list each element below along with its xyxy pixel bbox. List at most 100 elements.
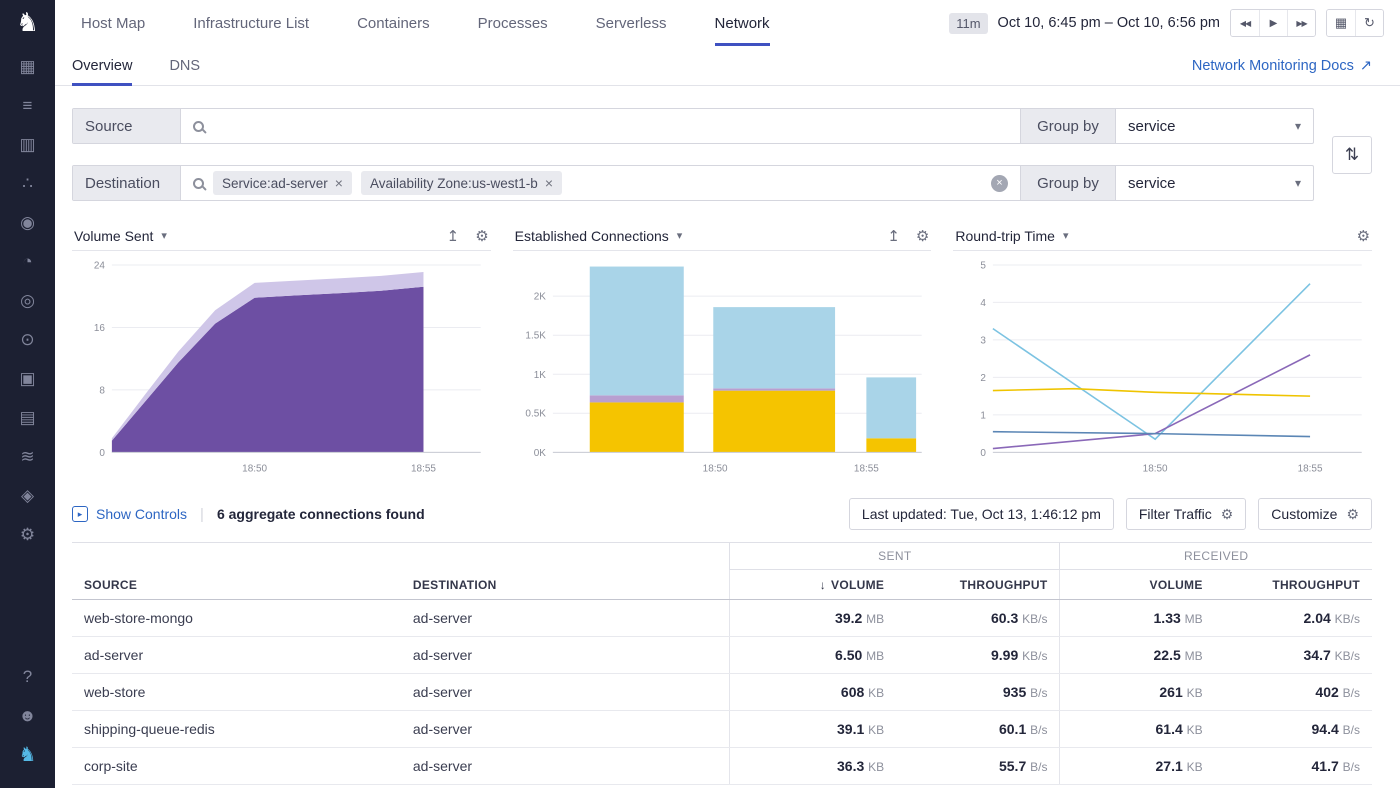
source-search-area[interactable]: [181, 109, 1020, 143]
column-header-destination[interactable]: DESTINATION: [401, 570, 730, 600]
sidebar-item-monitors[interactable]: ◉: [0, 203, 55, 242]
chart-title[interactable]: Established Connections: [515, 228, 669, 244]
cell-source[interactable]: corp-site: [72, 748, 401, 785]
tab-overview[interactable]: Overview: [72, 46, 132, 86]
sidebar-item-containers[interactable]: ▣: [0, 359, 55, 398]
chevron-down-icon[interactable]: ▾: [677, 229, 683, 242]
sidebar-item-logs[interactable]: ▤: [0, 398, 55, 437]
show-controls-button[interactable]: ▸ Show Controls: [72, 506, 187, 522]
gear-icon: ⚙: [1346, 506, 1359, 523]
remove-tag-icon[interactable]: ×: [335, 175, 343, 191]
cell-received-throughput: 2.04 KB/s: [1215, 600, 1372, 637]
nav-item-network[interactable]: Network: [715, 0, 770, 46]
sort-desc-icon: ↓: [820, 578, 826, 592]
sidebar-item-dashboards[interactable]: ◔: [0, 242, 55, 281]
chart-plot-established-connections[interactable]: 0K0.5K1K1.5K2K18:5018:55: [513, 251, 932, 478]
svg-text:18:55: 18:55: [411, 463, 436, 474]
forward-button[interactable]: ▶▶: [1287, 10, 1315, 36]
cell-source[interactable]: shipping-queue-redis: [72, 711, 401, 748]
tab-dns[interactable]: DNS: [169, 46, 200, 86]
rewind-button[interactable]: ◀◀: [1231, 10, 1259, 36]
sidebar-item-host-map[interactable]: ▦: [0, 47, 55, 86]
column-header-received-throughput[interactable]: THROUGHPUT: [1215, 570, 1372, 600]
nav-item-serverless[interactable]: Serverless: [596, 0, 667, 46]
nav-item-processes[interactable]: Processes: [478, 0, 548, 46]
clear-filters-button[interactable]: ×: [991, 175, 1008, 192]
filter-traffic-button[interactable]: Filter Traffic ⚙: [1126, 498, 1246, 530]
table-row-corp-site[interactable]: corp-sitead-server36.3 KB55.7 B/s27.1 KB…: [72, 748, 1372, 785]
table-row-ad-server[interactable]: ad-serverad-server6.50 MB9.99 KB/s22.5 M…: [72, 637, 1372, 674]
source-search-input[interactable]: [213, 118, 1008, 134]
cell-destination[interactable]: ad-server: [401, 748, 730, 785]
cell-destination[interactable]: ad-server: [401, 637, 730, 674]
gear-icon[interactable]: ⚙: [1357, 227, 1370, 245]
table-row-web-store[interactable]: web-storead-server608 KB935 B/s261 KB402…: [72, 674, 1372, 711]
table-row-web-store-mongo[interactable]: web-store-mongoad-server39.2 MB60.3 KB/s…: [72, 600, 1372, 637]
volume-sent-chart[interactable]: 08162418:5018:55: [72, 251, 491, 478]
destination-search-input[interactable]: [571, 175, 982, 191]
cell-destination[interactable]: ad-server: [401, 674, 730, 711]
cell-destination[interactable]: ad-server: [401, 600, 730, 637]
destination-groupby-select[interactable]: service ▾: [1115, 166, 1313, 200]
remove-tag-icon[interactable]: ×: [545, 175, 553, 191]
chevron-down-icon: ▾: [1295, 176, 1301, 190]
sidebar-item-settings[interactable]: ⚙: [0, 515, 55, 554]
swap-source-destination-button[interactable]: ⇅: [1332, 136, 1372, 174]
gear-icon[interactable]: ⚙: [916, 227, 929, 245]
sidebar-item-processes[interactable]: ⊙: [0, 320, 55, 359]
chevron-down-icon[interactable]: ▾: [1063, 229, 1069, 242]
source-groupby-select[interactable]: service ▾: [1115, 109, 1313, 143]
refresh-button[interactable]: ↻: [1355, 10, 1383, 36]
sidebar-item-security[interactable]: ◈: [0, 476, 55, 515]
play-button[interactable]: ▶: [1259, 10, 1287, 36]
nav-item-host-map[interactable]: Host Map: [81, 0, 145, 46]
sidebar-item-watchdog[interactable]: ♞: [0, 735, 55, 774]
sidebar-item-infrastructure-list[interactable]: ≡: [0, 86, 55, 125]
svg-text:1: 1: [981, 410, 987, 421]
filter-tag-service-ad-server[interactable]: Service:ad-server×: [213, 171, 352, 195]
round-trip-time-chart[interactable]: 01234518:5018:55: [953, 251, 1372, 478]
gear-icon[interactable]: ⚙: [475, 227, 488, 245]
sidebar-item-apm[interactable]: ◎: [0, 281, 55, 320]
cell-sent-throughput: 55.7 B/s: [896, 748, 1060, 785]
network-monitoring-docs-link[interactable]: Network Monitoring Docs ↗: [1192, 58, 1372, 74]
share-icon[interactable]: ↥: [447, 227, 460, 245]
share-icon[interactable]: ↥: [887, 227, 900, 245]
table-group-empty: [72, 543, 730, 570]
datadog-logo-icon[interactable]: ♞: [16, 9, 39, 35]
sidebar-item-service-map[interactable]: ∴: [0, 164, 55, 203]
sidebar-item-metrics[interactable]: ▥: [0, 125, 55, 164]
destination-groupby-label: Group by: [1020, 166, 1115, 200]
cell-source[interactable]: web-store-mongo: [72, 600, 401, 637]
cell-source[interactable]: web-store: [72, 674, 401, 711]
monitors-icon: ◉: [20, 213, 35, 233]
cell-destination[interactable]: ad-server: [401, 711, 730, 748]
time-tools: ▦ ↻: [1326, 9, 1384, 37]
chart-title[interactable]: Volume Sent: [74, 228, 153, 244]
calendar-button[interactable]: ▦: [1327, 10, 1355, 36]
chart-plot-round-trip-time[interactable]: 01234518:5018:55: [953, 251, 1372, 478]
forward-icon: ▶▶: [1296, 19, 1306, 28]
column-header-sent-throughput[interactable]: THROUGHPUT: [896, 570, 1060, 600]
sidebar-item-help[interactable]: ?: [0, 657, 55, 696]
chart-title[interactable]: Round-trip Time: [955, 228, 1055, 244]
chevron-down-icon[interactable]: ▾: [161, 229, 167, 242]
column-header-source[interactable]: SOURCE: [72, 570, 401, 600]
cell-source[interactable]: ad-server: [72, 637, 401, 674]
filter-tag-availability-zone-us-west1-b[interactable]: Availability Zone:us-west1-b×: [361, 171, 562, 195]
table-row-shipping-queue-redis[interactable]: shipping-queue-redisad-server39.1 KB60.1…: [72, 711, 1372, 748]
chart-plot-volume-sent[interactable]: 08162418:5018:55: [72, 251, 491, 478]
column-header-received-volume[interactable]: VOLUME: [1060, 570, 1215, 600]
cell-sent-volume: 39.1 KB: [730, 711, 896, 748]
filter-traffic-label: Filter Traffic: [1139, 506, 1212, 522]
customize-button[interactable]: Customize ⚙: [1258, 498, 1372, 530]
sidebar-item-ci[interactable]: ≋: [0, 437, 55, 476]
nav-item-infrastructure-list[interactable]: Infrastructure List: [193, 0, 309, 46]
established-connections-chart[interactable]: 0K0.5K1K1.5K2K18:5018:55: [513, 251, 932, 478]
nav-item-containers[interactable]: Containers: [357, 0, 430, 46]
time-range[interactable]: Oct 10, 6:45 pm – Oct 10, 6:56 pm: [998, 15, 1220, 31]
destination-search-area[interactable]: Service:ad-server× Availability Zone:us-w…: [181, 166, 1020, 200]
column-header-sent-volume[interactable]: ↓VOLUME: [730, 570, 896, 600]
svg-text:0: 0: [99, 448, 105, 459]
sidebar-item-organization[interactable]: ☻: [0, 696, 55, 735]
